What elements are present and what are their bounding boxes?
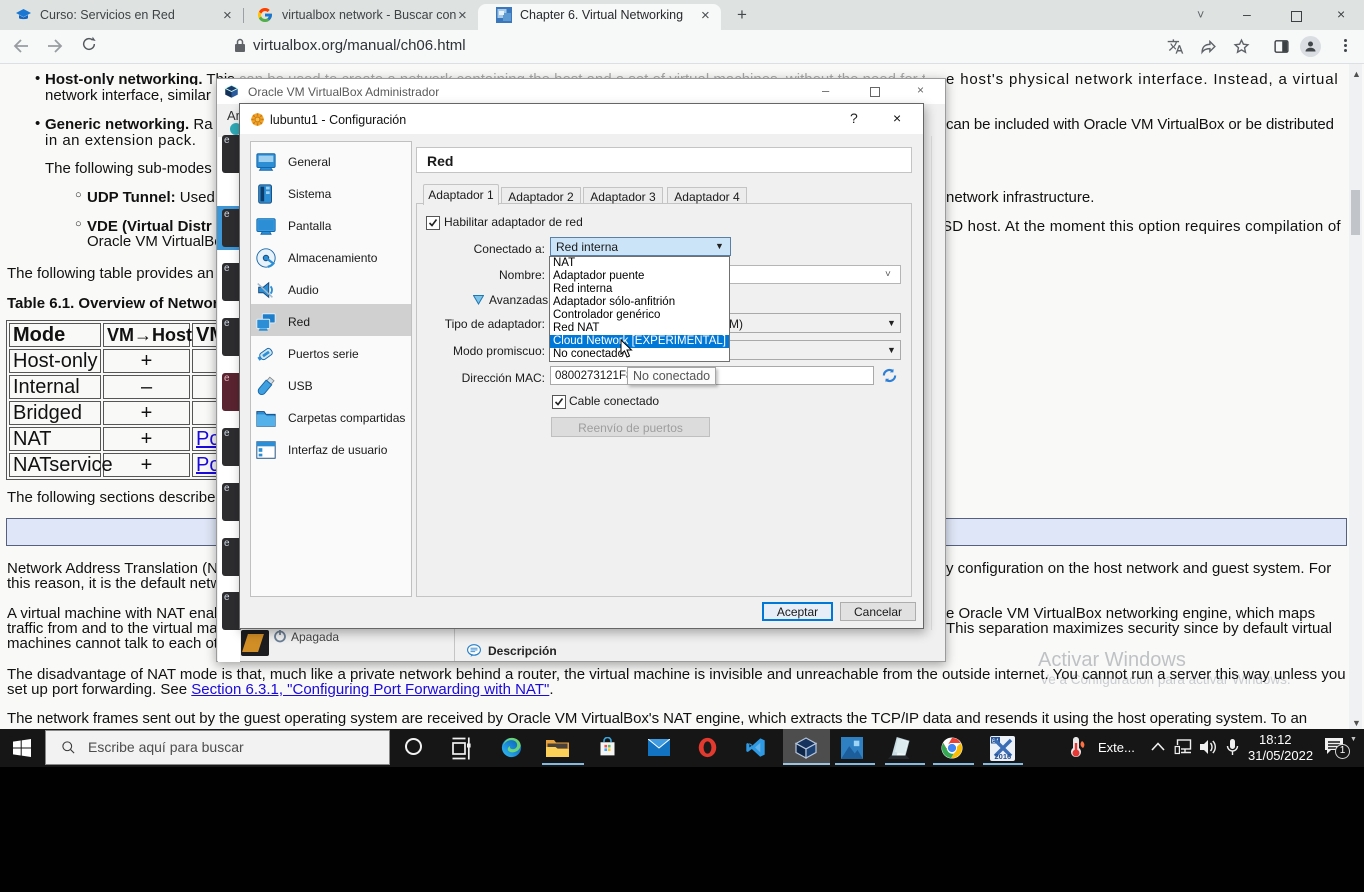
svg-text:2016: 2016 <box>995 752 1012 761</box>
